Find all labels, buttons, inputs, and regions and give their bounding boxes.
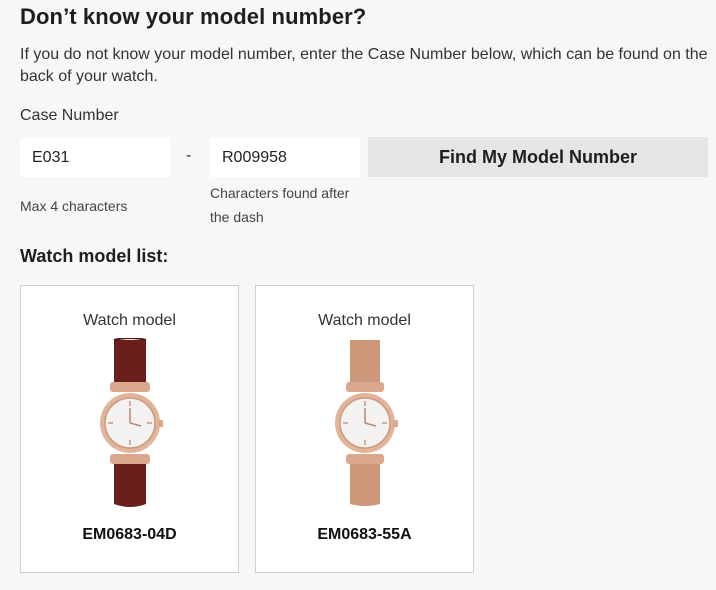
case-suffix-input[interactable] bbox=[210, 138, 360, 177]
watch-list-title: Watch model list: bbox=[20, 246, 169, 266]
watch-card[interactable]: Watch model EM0683-04D bbox=[20, 285, 239, 573]
prefix-hint: Max 4 characters bbox=[20, 198, 128, 214]
separator-dash: - bbox=[186, 147, 192, 164]
case-number-label: Case Number bbox=[20, 107, 119, 124]
watch-model-number: EM0683-55A bbox=[317, 526, 412, 543]
find-model-button[interactable]: Find My Model Number bbox=[368, 137, 708, 177]
case-prefix-input[interactable] bbox=[20, 138, 170, 177]
page-title: Don’t know your model number? bbox=[20, 4, 367, 29]
watch-image-leather bbox=[99, 338, 163, 507]
watch-model-number: EM0683-04D bbox=[82, 526, 177, 543]
watch-card-category: Watch model bbox=[83, 312, 176, 329]
intro-text: If you do not know your model number, en… bbox=[20, 46, 708, 85]
watch-image-mesh bbox=[334, 340, 398, 506]
watch-card-category: Watch model bbox=[318, 312, 411, 329]
suffix-hint: Characters found after the dash bbox=[210, 185, 350, 225]
watch-card[interactable]: Watch model EM0683-55A bbox=[255, 285, 474, 573]
